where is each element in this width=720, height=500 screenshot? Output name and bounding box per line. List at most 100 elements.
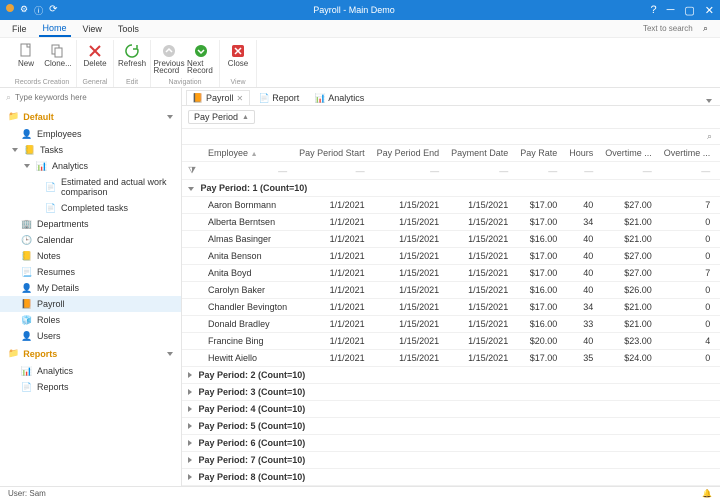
- chevron-icon: [12, 148, 18, 152]
- tab-payroll[interactable]: 📙Payroll✕: [186, 90, 250, 105]
- sidebar-item-completed-tasks[interactable]: 📄Completed tasks: [0, 200, 181, 216]
- table-row[interactable]: Carolyn Baker1/1/20211/15/20211/15/2021$…: [182, 282, 720, 299]
- chevron-right-icon: [188, 440, 192, 446]
- refresh-title-icon[interactable]: ⟳: [49, 4, 57, 17]
- filter-cell[interactable]: —: [599, 162, 658, 180]
- minimize-button[interactable]: ─: [667, 4, 675, 17]
- filter-icon[interactable]: ⧩: [182, 162, 202, 180]
- column-header[interactable]: Employee ▲: [202, 145, 293, 162]
- next-record-button[interactable]: Next Record: [187, 40, 215, 79]
- filter-cell[interactable]: —: [293, 162, 371, 180]
- info-icon[interactable]: ⓘ: [34, 4, 43, 17]
- close-button[interactable]: Close: [224, 40, 252, 79]
- cell-employee: Francine Bing: [202, 333, 293, 350]
- group-row[interactable]: Pay Period: 5 (Count=10): [182, 418, 720, 435]
- close-icon[interactable]: ✕: [237, 94, 244, 103]
- sidebar-search-input[interactable]: [15, 93, 175, 102]
- menu-tools[interactable]: Tools: [114, 22, 143, 36]
- folder-icon: 📁: [8, 348, 19, 359]
- filter-cell[interactable]: —: [371, 162, 446, 180]
- refresh-button[interactable]: Refresh: [118, 40, 146, 79]
- tabs-expand-button[interactable]: [698, 95, 720, 105]
- filter-cell[interactable]: —: [716, 162, 720, 180]
- table-row[interactable]: Hewitt Aiello1/1/20211/15/20211/15/2021$…: [182, 350, 720, 367]
- settings-icon[interactable]: ⚙: [20, 4, 28, 17]
- group-row[interactable]: Pay Period: 1 (Count=10): [182, 180, 720, 197]
- group-row[interactable]: Pay Period: 7 (Count=10): [182, 452, 720, 469]
- table-row[interactable]: Anita Benson1/1/20211/15/20211/15/2021$1…: [182, 248, 720, 265]
- tab-analytics[interactable]: 📊Analytics: [308, 90, 371, 105]
- group-panel[interactable]: Pay Period ▲: [182, 106, 720, 129]
- column-header[interactable]: Payment Date: [445, 145, 514, 162]
- group-row[interactable]: Pay Period: 6 (Count=10): [182, 435, 720, 452]
- filter-cell[interactable]: —: [514, 162, 563, 180]
- sidebar-item-my-details[interactable]: 👤My Details: [0, 280, 181, 296]
- previous-record-button[interactable]: Previous Record: [155, 40, 183, 79]
- filter-cell[interactable]: —: [563, 162, 599, 180]
- close-window-button[interactable]: ✕: [705, 4, 714, 17]
- new-button[interactable]: New: [12, 40, 40, 79]
- filter-cell[interactable]: —: [202, 162, 293, 180]
- search-icon[interactable]: ⌕: [699, 21, 712, 36]
- filter-cell[interactable]: —: [445, 162, 514, 180]
- column-header[interactable]: Overtime ...: [599, 145, 658, 162]
- sidebar-item-users[interactable]: 👤Users: [0, 328, 181, 344]
- table-row[interactable]: Alberta Berntsen1/1/20211/15/20211/15/20…: [182, 214, 720, 231]
- sidebar-group-default[interactable]: 📁Default: [0, 107, 181, 126]
- group-row[interactable]: Pay Period: 9 (Count=10): [182, 486, 720, 487]
- sidebar-item-payroll[interactable]: 📙Payroll: [0, 296, 181, 312]
- group-row[interactable]: Pay Period: 2 (Count=10): [182, 367, 720, 384]
- group-row[interactable]: Pay Period: 8 (Count=10): [182, 469, 720, 486]
- global-search-input[interactable]: [641, 23, 695, 34]
- cell: 1/15/2021: [445, 333, 514, 350]
- group-by-field[interactable]: Pay Period: [194, 112, 238, 122]
- report-icon: 📄: [46, 203, 56, 213]
- sidebar-item-estimated-and-actual-work-comparison[interactable]: 📄Estimated and actual work comparison: [0, 174, 181, 200]
- maximize-button[interactable]: ▢: [684, 4, 694, 17]
- column-header[interactable]: Hours: [563, 145, 599, 162]
- sidebar-item-employees[interactable]: 👤Employees: [0, 126, 181, 142]
- sidebar-item-tasks[interactable]: 📒Tasks: [0, 142, 181, 158]
- column-header[interactable]: Pay Period Start: [293, 145, 371, 162]
- sidebar-group-reports[interactable]: 📁Reports: [0, 344, 181, 363]
- sidebar-item-reports[interactable]: 📄Reports: [0, 379, 181, 395]
- column-header[interactable]: Pay Rate: [514, 145, 563, 162]
- sidebar-item-label: Analytics: [37, 366, 73, 376]
- table-row[interactable]: Anita Boyd1/1/20211/15/20211/15/2021$17.…: [182, 265, 720, 282]
- delete-button[interactable]: Delete: [81, 40, 109, 79]
- sidebar-item-label: Departments: [37, 219, 89, 229]
- sidebar-item-label: Calendar: [37, 235, 74, 245]
- sidebar-item-notes[interactable]: 📒Notes: [0, 248, 181, 264]
- table-row[interactable]: Chandler Bevington1/1/20211/15/20211/15/…: [182, 299, 720, 316]
- table-row[interactable]: Francine Bing1/1/20211/15/20211/15/2021$…: [182, 333, 720, 350]
- menu-file[interactable]: File: [8, 22, 31, 36]
- sidebar-item-calendar[interactable]: 🕒Calendar: [0, 232, 181, 248]
- sort-icon[interactable]: ▲: [242, 114, 249, 121]
- grid-search-icon[interactable]: ⌕: [707, 131, 712, 142]
- group-row[interactable]: Pay Period: 3 (Count=10): [182, 384, 720, 401]
- sidebar-item-roles[interactable]: 🧊Roles: [0, 312, 181, 328]
- table-row[interactable]: Aaron Bornmann1/1/20211/15/20211/15/2021…: [182, 197, 720, 214]
- cell: 40: [563, 265, 599, 282]
- filter-cell[interactable]: —: [658, 162, 717, 180]
- group-row[interactable]: Pay Period: 4 (Count=10): [182, 401, 720, 418]
- column-header[interactable]: Overtime ...: [658, 145, 717, 162]
- notifications-icon[interactable]: 🔔: [702, 489, 712, 498]
- column-header[interactable]: Pay Period End: [371, 145, 446, 162]
- sidebar-item-departments[interactable]: 🏢Departments: [0, 216, 181, 232]
- cell-employee: Aaron Bornmann: [202, 197, 293, 214]
- report-icon: 📄: [22, 382, 32, 392]
- column-header[interactable]: Tax Rate: [716, 145, 720, 162]
- sidebar-item-resumes[interactable]: 📃Resumes: [0, 264, 181, 280]
- sidebar-item-analytics[interactable]: 📊 Analytics: [0, 363, 181, 379]
- chart-icon: 📊: [22, 366, 32, 376]
- sidebar-item-analytics[interactable]: 📊Analytics: [0, 158, 181, 174]
- menu-home[interactable]: Home: [39, 21, 71, 37]
- table-row[interactable]: Donald Bradley1/1/20211/15/20211/15/2021…: [182, 316, 720, 333]
- table-row[interactable]: Almas Basinger1/1/20211/15/20211/15/2021…: [182, 231, 720, 248]
- tab-report[interactable]: 📄Report: [252, 90, 306, 105]
- cell: 0: [658, 214, 717, 231]
- help-icon[interactable]: ?: [650, 4, 656, 17]
- menu-view[interactable]: View: [79, 22, 106, 36]
- clone--button[interactable]: Clone...: [44, 40, 72, 79]
